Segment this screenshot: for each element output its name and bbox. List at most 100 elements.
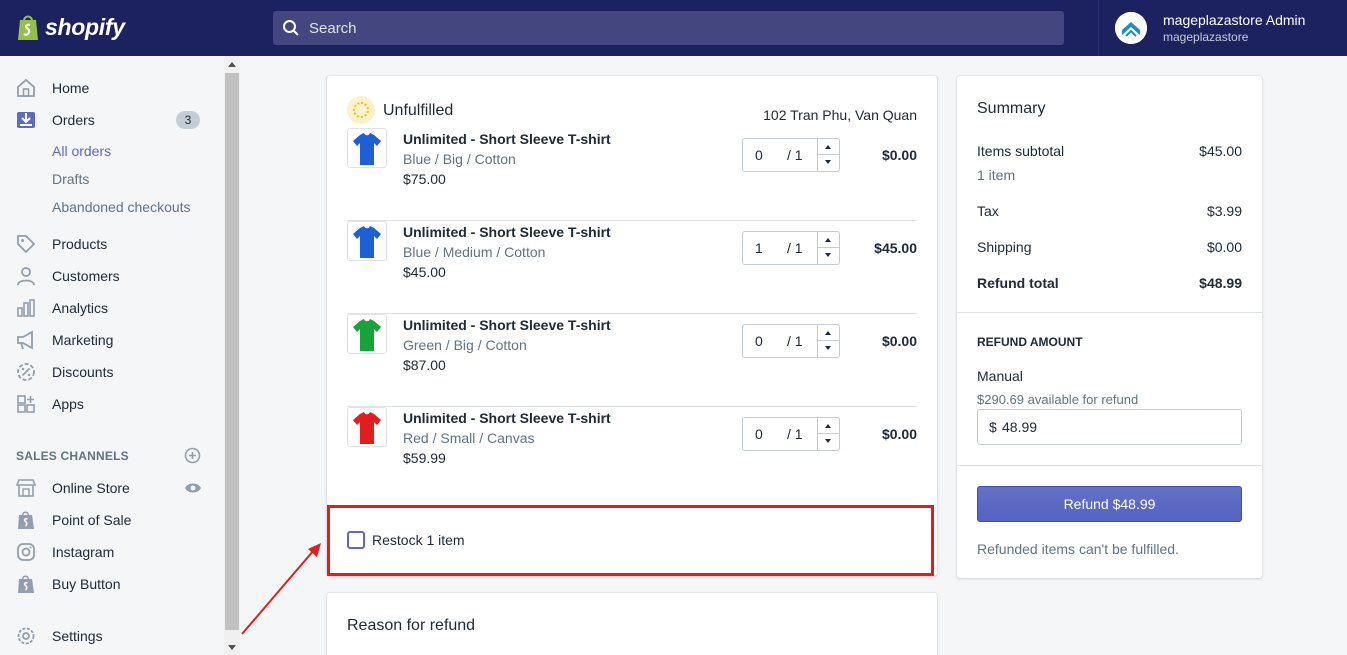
sidebar-item-label: Online Store xyxy=(52,480,130,496)
home-icon xyxy=(17,78,35,97)
product-name[interactable]: Unlimited - Short Sleeve T-shirt xyxy=(403,410,611,426)
sidebar-subitem-abandoned-checkouts[interactable]: Abandoned checkouts xyxy=(52,199,191,215)
quantity-value[interactable]: 0 xyxy=(755,426,763,442)
search-placeholder: Search xyxy=(309,20,357,37)
quantity-value[interactable]: 1 xyxy=(755,240,763,256)
quantity-max: / 1 xyxy=(787,333,803,349)
refund-amount-input[interactable]: $ 48.99 xyxy=(977,409,1242,445)
quantity-value[interactable]: 0 xyxy=(755,333,763,349)
scrollbar-thumb[interactable] xyxy=(225,73,239,630)
increment-button[interactable] xyxy=(818,418,839,434)
store-icon xyxy=(15,479,37,497)
sidebar-item-apps[interactable]: Apps xyxy=(0,389,224,419)
apps-icon xyxy=(17,395,35,413)
shopify-bag-icon xyxy=(18,575,34,593)
unfulfilled-title: Unfulfilled xyxy=(383,102,454,119)
tax-label: Tax xyxy=(977,203,999,219)
increment-button[interactable] xyxy=(818,139,839,155)
sidebar-item-label: Customers xyxy=(52,268,120,284)
line-total: $0.00 xyxy=(881,426,917,442)
shopify-logo[interactable]: shopify xyxy=(0,0,240,56)
divider xyxy=(957,312,1262,313)
product-thumbnail xyxy=(347,221,387,261)
decrement-button[interactable] xyxy=(818,434,839,450)
quantity-stepper[interactable]: 0 / 1 xyxy=(742,138,840,172)
sidebar-item-customers[interactable]: Customers xyxy=(0,261,224,291)
increment-button[interactable] xyxy=(818,232,839,248)
sidebar-item-label: Settings xyxy=(52,628,103,644)
line-total: $45.00 xyxy=(874,240,917,256)
decrement-button[interactable] xyxy=(818,155,839,171)
increment-button[interactable] xyxy=(818,325,839,341)
tshirt-blue-icon xyxy=(353,226,381,258)
product-price: $75.00 xyxy=(403,171,446,187)
account-menu[interactable]: mageplazastore Admin mageplazastore xyxy=(1098,0,1347,56)
product-variant: Blue / Medium / Cotton xyxy=(403,244,546,260)
tshirt-red-icon xyxy=(353,412,381,444)
scroll-up-arrow-icon[interactable] xyxy=(228,62,236,67)
sidebar-channel-instagram[interactable]: Instagram xyxy=(0,537,224,567)
quantity-max: / 1 xyxy=(787,147,803,163)
product-thumbnail xyxy=(347,407,387,447)
refund-note: Refunded items can't be fulfilled. xyxy=(977,541,1179,557)
product-name[interactable]: Unlimited - Short Sleeve T-shirt xyxy=(403,224,611,240)
quantity-stepper[interactable]: 0 / 1 xyxy=(742,324,840,358)
line-item: Unlimited - Short Sleeve T-shirt Red / S… xyxy=(347,407,917,500)
manual-label: Manual xyxy=(977,368,1023,384)
quantity-value[interactable]: 0 xyxy=(755,147,763,163)
sidebar-channel-point-of-sale[interactable]: Point of Sale xyxy=(0,505,224,535)
sidebar-item-orders[interactable]: Orders 3 xyxy=(0,105,224,135)
sales-channels-heading: SALES CHANNELS xyxy=(16,449,129,463)
sidebar-item-label: Apps xyxy=(52,396,84,412)
scroll-down-arrow-icon[interactable] xyxy=(228,645,236,650)
tag-icon xyxy=(17,235,36,254)
refund-button[interactable]: Refund $48.99 xyxy=(977,486,1242,522)
decrement-button[interactable] xyxy=(818,248,839,264)
sidebar-channel-buy-button[interactable]: Buy Button xyxy=(0,569,224,599)
line-item: Unlimited - Short Sleeve T-shirt Blue / … xyxy=(347,221,917,314)
divider xyxy=(957,465,1262,466)
line-item: Unlimited - Short Sleeve T-shirt Blue / … xyxy=(347,128,917,221)
bar-chart-icon xyxy=(17,299,35,317)
sidebar-item-discounts[interactable]: Discounts xyxy=(0,357,224,387)
sidebar-item-home[interactable]: Home xyxy=(0,73,224,103)
megaphone-icon xyxy=(17,330,33,350)
annotation-arrow-icon xyxy=(241,543,321,635)
orders-icon xyxy=(17,112,35,128)
summary-card: Summary Items subtotal $45.00 1 item Tax… xyxy=(957,76,1262,578)
subtotal-value: $45.00 xyxy=(1199,143,1242,159)
refund-total-label: Refund total xyxy=(977,275,1059,291)
sidebar-channel-online-store[interactable]: Online Store xyxy=(0,473,224,503)
sidebar-item-marketing[interactable]: Marketing xyxy=(0,325,224,355)
product-thumbnail xyxy=(347,128,387,168)
restock-checkbox[interactable] xyxy=(347,531,365,549)
tshirt-green-icon xyxy=(353,319,381,351)
add-channel-icon[interactable] xyxy=(184,447,201,464)
stepper-controls xyxy=(817,418,839,450)
discount-icon xyxy=(17,363,35,381)
restock-label[interactable]: Restock 1 item xyxy=(372,532,465,548)
shipping-value: $0.00 xyxy=(1206,239,1242,255)
eye-icon[interactable] xyxy=(184,482,202,494)
sidebar-subitem-drafts[interactable]: Drafts xyxy=(52,171,89,187)
product-name[interactable]: Unlimited - Short Sleeve T-shirt xyxy=(403,317,611,333)
sidebar-item-label: Instagram xyxy=(52,544,115,560)
tax-row: Tax $3.99 xyxy=(977,203,1242,219)
avatar xyxy=(1115,12,1147,44)
product-price: $45.00 xyxy=(403,264,446,280)
tshirt-blue-icon xyxy=(353,133,381,165)
product-thumbnail xyxy=(347,314,387,354)
sidebar-item-analytics[interactable]: Analytics xyxy=(0,293,224,323)
sidebar-item-label: Products xyxy=(52,236,108,252)
refund-amount-value[interactable]: 48.99 xyxy=(1002,419,1037,435)
decrement-button[interactable] xyxy=(818,341,839,357)
sidebar-subitem-all-orders[interactable]: All orders xyxy=(52,143,111,159)
location-address: 102 Tran Phu, Van Quan xyxy=(763,107,917,123)
sidebar-item-products[interactable]: Products xyxy=(0,229,224,259)
quantity-stepper[interactable]: 1 / 1 xyxy=(742,231,840,265)
search-icon xyxy=(283,20,299,36)
search-input[interactable]: Search xyxy=(273,11,1064,45)
sidebar-item-settings[interactable]: Settings xyxy=(0,621,224,651)
product-name[interactable]: Unlimited - Short Sleeve T-shirt xyxy=(403,131,611,147)
quantity-stepper[interactable]: 0 / 1 xyxy=(742,417,840,451)
